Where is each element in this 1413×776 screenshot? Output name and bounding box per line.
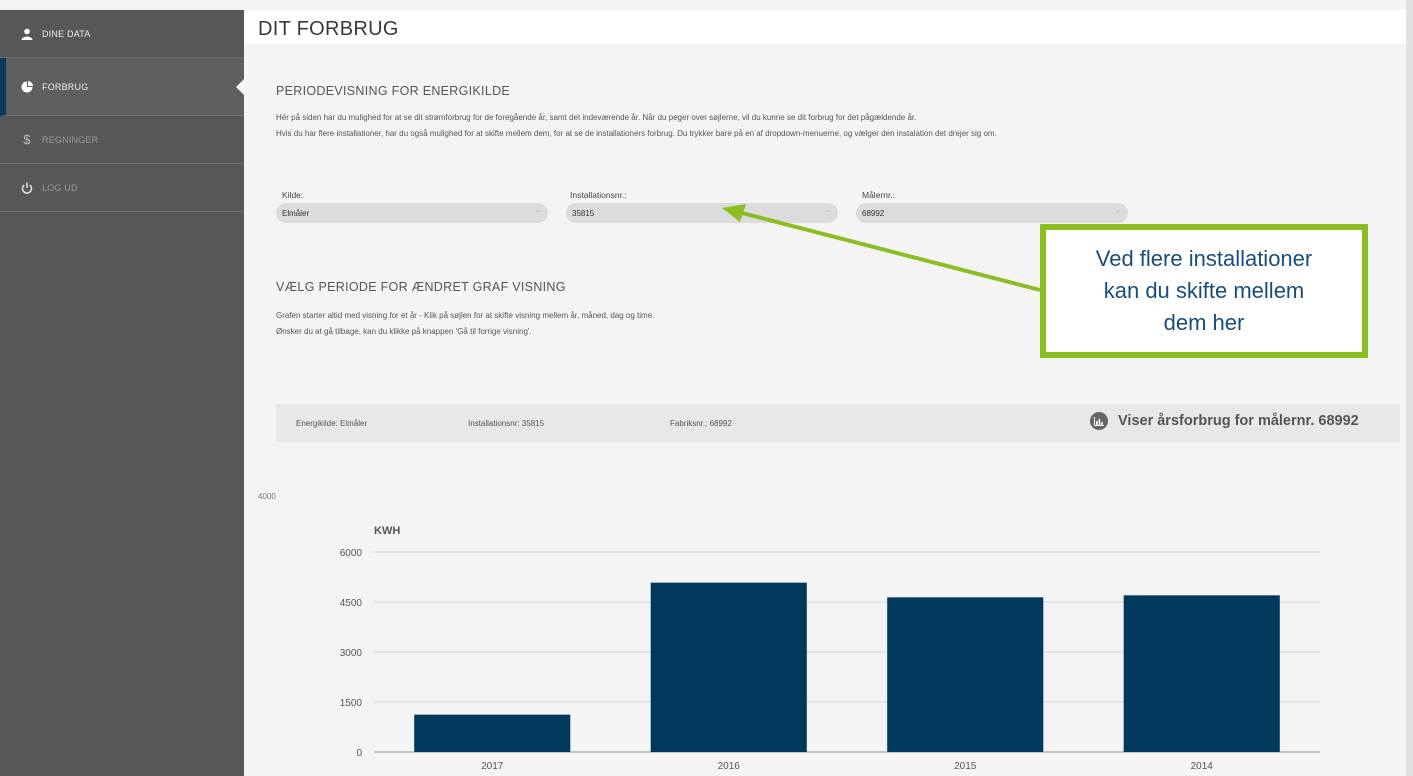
callout-line1: Ved flere installationer <box>1095 246 1313 272</box>
annotation-arrow <box>722 204 1041 292</box>
callout-line3: dem her <box>1163 309 1245 335</box>
arrow-line <box>741 211 1041 292</box>
annotation-callout: Ved flere installationer kan du skifte m… <box>1040 224 1368 358</box>
callout-line2: kan du skifte mellem <box>1103 278 1305 304</box>
arrow-head <box>722 204 746 222</box>
